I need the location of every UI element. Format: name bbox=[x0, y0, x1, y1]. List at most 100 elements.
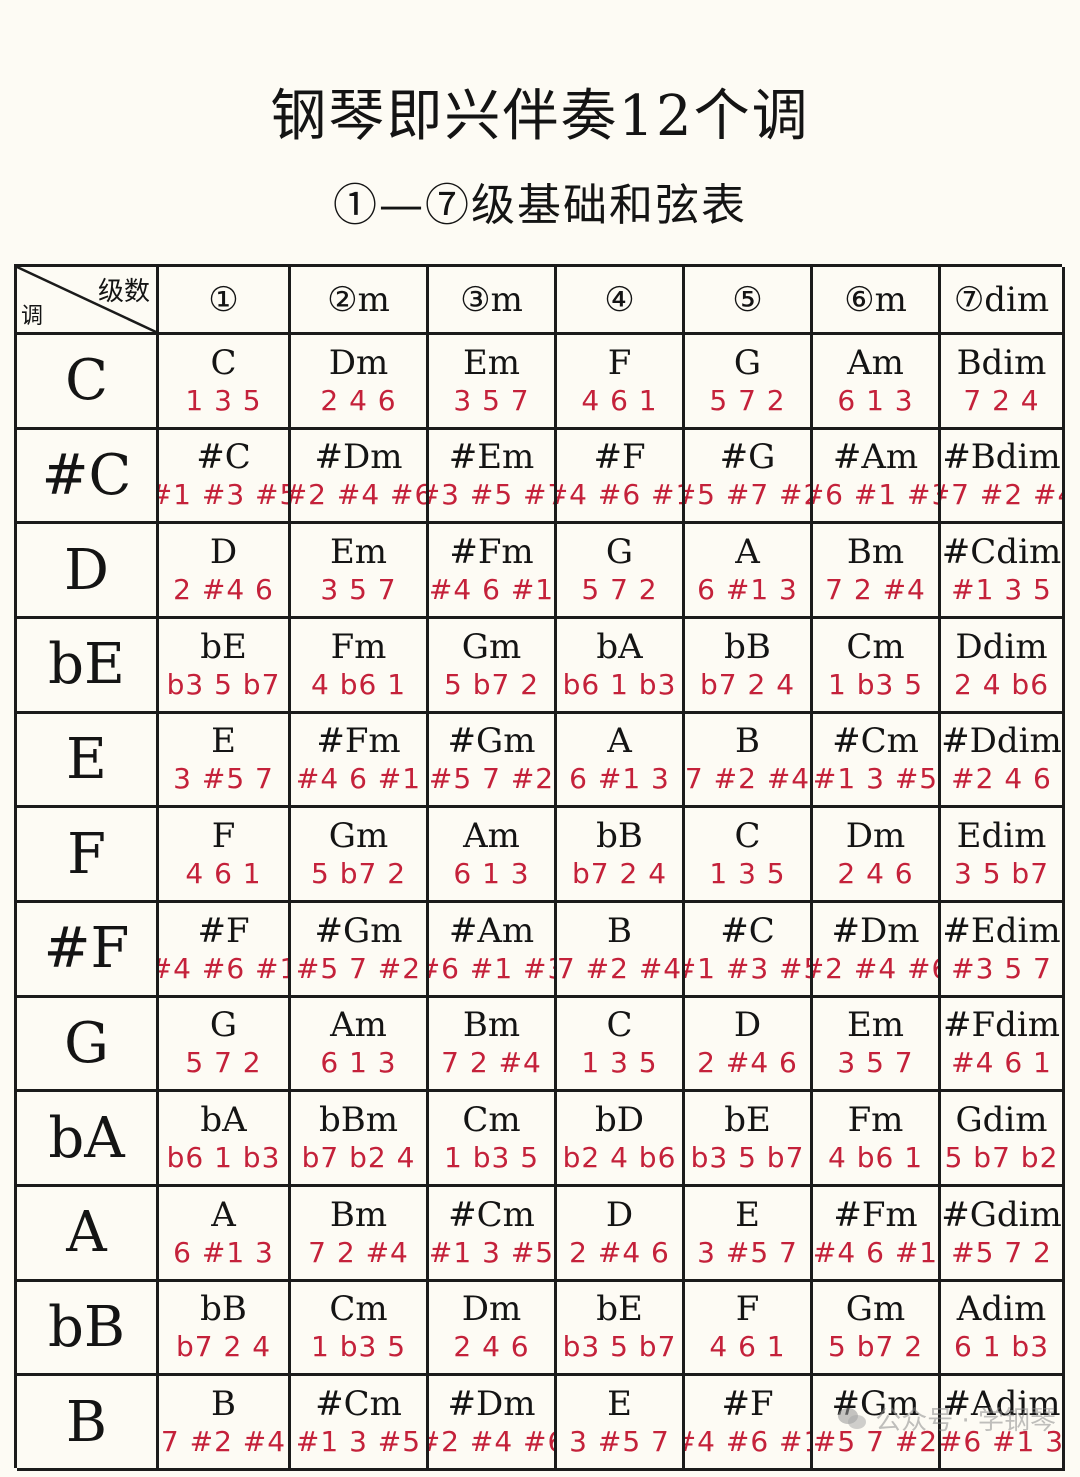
chord-notes: 7 2 #4 bbox=[308, 1235, 409, 1269]
chord-cell: Bm 7 2 #4 bbox=[429, 997, 557, 1093]
chord-notes: 5 b7 2 bbox=[827, 1330, 924, 1364]
chord-notes: 4 b6 1 bbox=[310, 667, 407, 701]
chord-cell: #Cdim #1 3 5 bbox=[941, 524, 1065, 619]
chord-name: Bdim bbox=[956, 342, 1047, 383]
degree-header: ⑦dim bbox=[941, 267, 1065, 335]
chord-cell: Ddim 2 4 b6 bbox=[941, 618, 1065, 714]
chord-name: #Gdim bbox=[941, 1194, 1062, 1235]
chord-cell: #Dm#2 #4 #6 bbox=[291, 429, 429, 525]
key-cell: A bbox=[17, 1186, 159, 1282]
chord-notes: 4 6 1 bbox=[185, 857, 262, 891]
chord-cell: bB b7 2 4 bbox=[557, 808, 685, 903]
degree-header: ① bbox=[159, 267, 291, 335]
degree-label: ⑤ bbox=[732, 279, 763, 320]
chord-cell: A6 #1 3 bbox=[159, 1186, 291, 1282]
page-subtitle: ①—⑦级基础和弦表 bbox=[333, 180, 747, 231]
key-label: B bbox=[65, 1389, 108, 1455]
chord-cell: Am 6 1 3 bbox=[813, 335, 941, 430]
chord-notes: #1 3 #5 bbox=[295, 1425, 422, 1459]
chord-notes: b3 5 b7 bbox=[166, 667, 281, 701]
table-corner-header: 级数 调 bbox=[17, 267, 159, 335]
key-label: #C bbox=[41, 442, 132, 508]
chord-name: #F bbox=[197, 910, 250, 951]
chord-name: #Ddim bbox=[941, 721, 1062, 762]
chord-cell: F4 6 1 bbox=[685, 1281, 813, 1377]
chord-notes: 6 #1 3 bbox=[569, 762, 670, 796]
chord-notes: 7 2 4 bbox=[963, 383, 1040, 417]
chord-cell: E3 #5 7 bbox=[159, 713, 291, 809]
chord-notes: #6 #1 #3 bbox=[813, 478, 938, 512]
chord-name: B bbox=[735, 721, 760, 762]
chord-name: Cm bbox=[846, 626, 905, 667]
chord-name: Bm bbox=[846, 532, 905, 573]
chord-name: C bbox=[606, 1005, 633, 1046]
chord-cell: #Gm #5 7 #2 bbox=[291, 902, 429, 998]
chord-name: #Dm bbox=[314, 437, 403, 478]
chord-notes: 3 #5 7 bbox=[173, 762, 274, 796]
chord-cell: #Fm #4 6 #1 bbox=[429, 524, 557, 619]
corner-degree-label: 级数 bbox=[97, 277, 150, 307]
chord-name: #C bbox=[196, 437, 251, 478]
chord-notes: 1 3 5 bbox=[185, 383, 262, 417]
chord-notes: b7 2 4 bbox=[571, 857, 668, 891]
chord-cell: #Bdim#7 #2 #4 bbox=[941, 429, 1065, 525]
chord-name: bA bbox=[200, 1100, 247, 1141]
chord-name: Am bbox=[330, 1005, 387, 1046]
chord-notes: #2 #4 #6 bbox=[429, 1425, 554, 1459]
chord-notes: 3 5 7 bbox=[320, 573, 397, 607]
chord-name: bBm bbox=[319, 1100, 398, 1141]
chord-notes: #4 #6 #1 bbox=[685, 1425, 810, 1459]
key-label: C bbox=[65, 348, 108, 414]
degree-header: ②m bbox=[291, 267, 429, 335]
chord-notes: 2 4 6 bbox=[837, 857, 914, 891]
chord-notes: #2 #4 #6 bbox=[291, 478, 429, 512]
key-cell: D bbox=[17, 524, 159, 619]
chord-name: #Am bbox=[832, 437, 919, 478]
chord-notes: 1 b3 5 bbox=[310, 1330, 407, 1364]
degree-label: ③m bbox=[460, 279, 523, 320]
key-label: F bbox=[67, 821, 106, 887]
degree-header: ③m bbox=[429, 267, 557, 335]
chord-name: Gm bbox=[845, 1289, 906, 1330]
chord-name: G bbox=[209, 1005, 238, 1046]
chord-notes: 6 1 3 bbox=[453, 857, 530, 891]
chord-notes: b3 5 b7 bbox=[562, 1330, 677, 1364]
chord-cell: #Fm #4 6 #1 bbox=[291, 713, 429, 809]
chord-cell: bBm b7 b2 4 bbox=[291, 1092, 429, 1187]
chord-notes: 6 1 b3 bbox=[953, 1330, 1050, 1364]
chord-cell: Cm 1 b3 5 bbox=[291, 1281, 429, 1377]
chord-name: C bbox=[210, 342, 237, 383]
chord-notes: #4 #6 #1 bbox=[557, 478, 682, 512]
chord-cell: bE b3 5 b7 bbox=[557, 1281, 685, 1377]
chord-notes: #1 3 #5 bbox=[429, 1235, 555, 1269]
chord-cell: C1 3 5 bbox=[557, 997, 685, 1093]
chord-name: #Em bbox=[448, 437, 535, 478]
chord-name: #F bbox=[593, 437, 646, 478]
chord-cell: Em 3 5 7 bbox=[291, 524, 429, 619]
chord-cell: #Fdim #4 6 1 bbox=[941, 997, 1065, 1093]
chord-name: E bbox=[211, 721, 236, 762]
chord-name: #Cm bbox=[448, 1194, 535, 1235]
chord-name: B bbox=[607, 910, 632, 951]
chord-name: F bbox=[211, 816, 236, 857]
chord-notes: 2 4 6 bbox=[320, 383, 397, 417]
chord-name: D bbox=[209, 532, 238, 573]
degree-label: ⑥m bbox=[844, 279, 907, 320]
chord-notes: 5 7 2 bbox=[581, 573, 658, 607]
chord-name: bB bbox=[724, 626, 771, 667]
chord-name: D bbox=[605, 1194, 634, 1235]
watermark-text: 公众号 · 学钢琴 bbox=[875, 1406, 1056, 1436]
chord-cell: B7 #2 #4 bbox=[159, 1376, 291, 1471]
chord-name: #Cm bbox=[315, 1384, 402, 1425]
chord-notes: #2 4 6 bbox=[951, 762, 1052, 796]
key-cell: B bbox=[17, 1376, 159, 1471]
chord-notes: #4 6 #1 bbox=[295, 762, 422, 796]
key-label: G bbox=[64, 1010, 109, 1076]
chord-cell: #F#4 #6 #1 bbox=[557, 429, 685, 525]
chord-notes: #4 6 #1 bbox=[429, 573, 555, 607]
chord-cell: D2 #4 6 bbox=[557, 1186, 685, 1282]
chord-notes: #4 6 1 bbox=[951, 1046, 1052, 1080]
chord-notes: b7 b2 4 bbox=[301, 1141, 416, 1175]
chord-cell: A6 #1 3 bbox=[685, 524, 813, 619]
chord-notes: 6 #1 3 bbox=[173, 1235, 274, 1269]
